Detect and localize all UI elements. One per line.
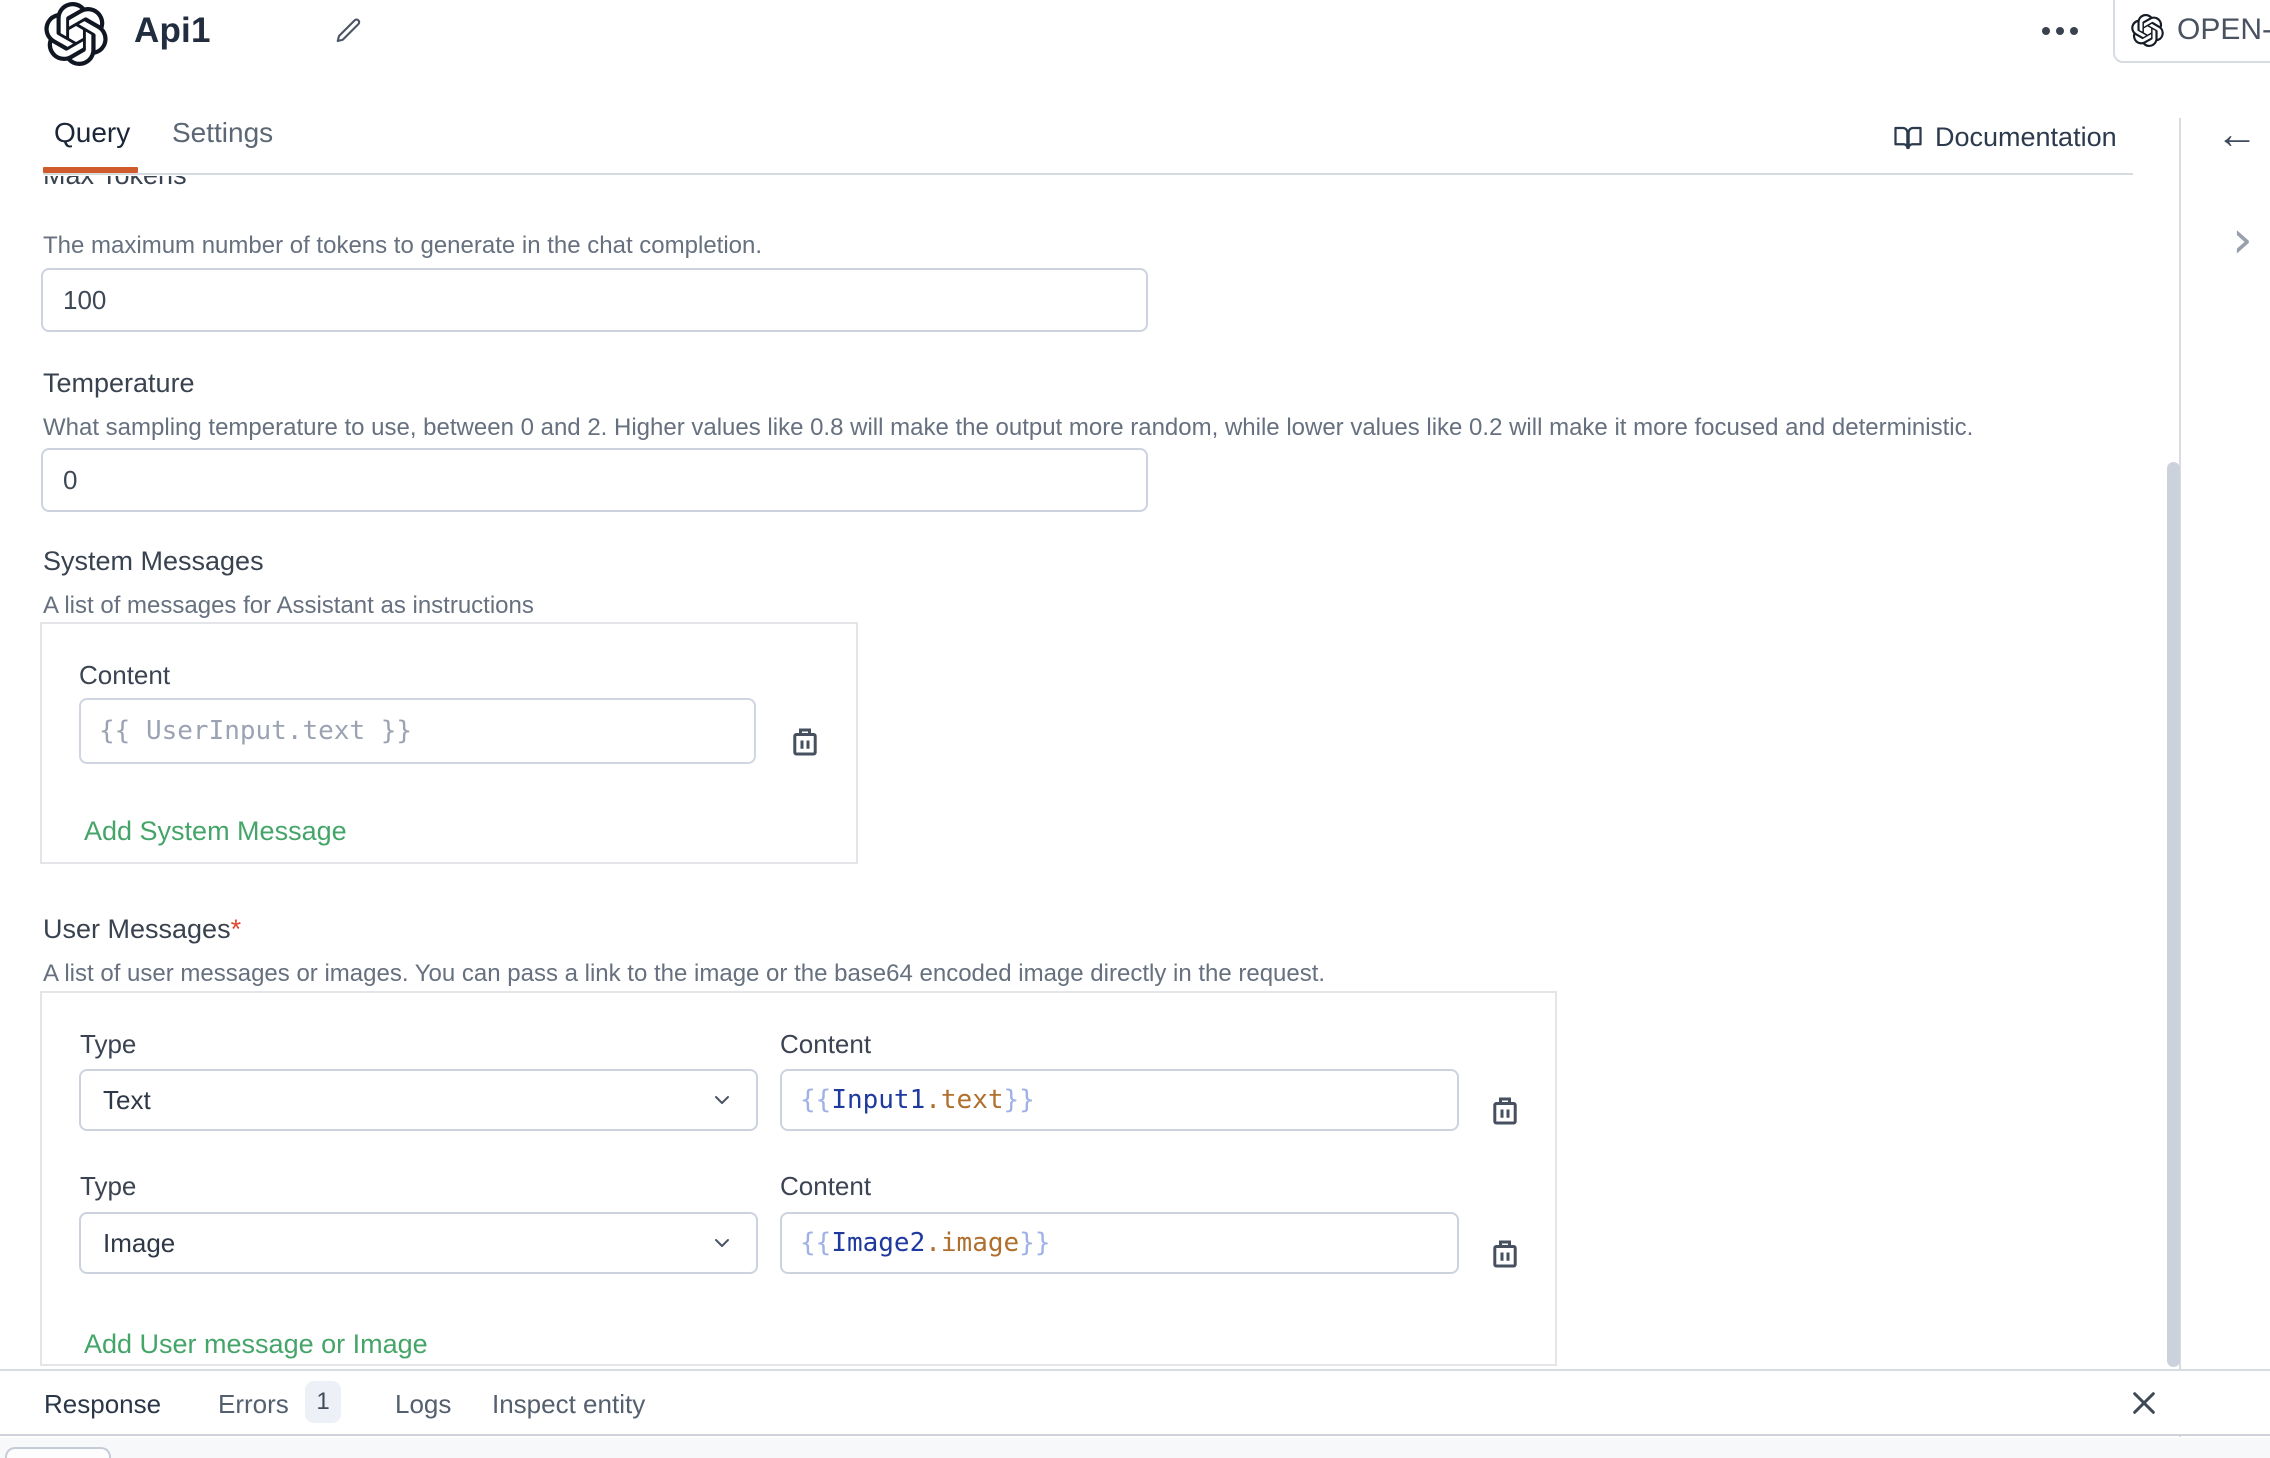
close-response-pane-icon[interactable] xyxy=(2128,1387,2160,1419)
tab-inspect-entity[interactable]: Inspect entity xyxy=(492,1389,645,1420)
delete-system-message-icon[interactable] xyxy=(790,726,820,758)
code-object: Image2 xyxy=(831,1228,925,1258)
tab-logs[interactable]: Logs xyxy=(395,1389,451,1420)
query-form-scroll-area: Max Tokens The maximum number of tokens … xyxy=(0,176,2166,1368)
code-open-brace: {{ xyxy=(800,1085,831,1115)
type-select-value: Text xyxy=(103,1085,710,1116)
chevron-down-icon xyxy=(710,1088,734,1112)
max-tokens-label: Max Tokens xyxy=(43,176,187,191)
datasource-button-label: OPEN-A xyxy=(2177,13,2270,47)
tab-settings[interactable]: Settings xyxy=(172,117,273,149)
response-pane-chip xyxy=(5,1447,111,1458)
type-label: Type xyxy=(80,1029,136,1060)
vertical-scrollbar[interactable] xyxy=(2167,462,2180,1367)
system-messages-group: Content Add System Message xyxy=(40,622,858,864)
response-pane-header: Response Errors 1 Logs Inspect entity xyxy=(0,1369,2270,1436)
content-label: Content xyxy=(780,1171,871,1202)
temperature-label: Temperature xyxy=(43,368,195,399)
add-user-message-button[interactable]: Add User message or Image xyxy=(84,1329,428,1360)
code-dot: . xyxy=(925,1228,941,1258)
max-tokens-input[interactable] xyxy=(41,268,1148,332)
openai-logo-icon xyxy=(44,2,108,66)
user-messages-label: User Messages* xyxy=(43,914,241,945)
add-system-message-button[interactable]: Add System Message xyxy=(84,816,347,847)
openai-logo-icon xyxy=(2131,14,2164,47)
temperature-input[interactable] xyxy=(41,448,1148,512)
temperature-description: What sampling temperature to use, betwee… xyxy=(43,414,1973,442)
system-messages-description: A list of messages for Assistant as inst… xyxy=(43,592,534,620)
content-label: Content xyxy=(780,1029,871,1060)
query-name-title: Api1 xyxy=(134,11,211,51)
edit-name-icon[interactable] xyxy=(334,16,364,46)
documentation-link[interactable]: Documentation xyxy=(1893,122,2117,153)
required-marker: * xyxy=(231,914,242,944)
api-editor-page: Api1 OPEN-A Query Settings Documentation… xyxy=(0,0,2270,1458)
errors-count-badge: 1 xyxy=(305,1381,341,1423)
type-label: Type xyxy=(80,1171,136,1202)
system-content-input[interactable] xyxy=(79,698,756,764)
tab-query[interactable]: Query xyxy=(54,117,130,149)
datasource-button[interactable]: OPEN-A xyxy=(2113,0,2270,63)
type-select-value: Image xyxy=(103,1228,710,1259)
system-messages-label: System Messages xyxy=(43,546,264,577)
content-code-input[interactable]: {{Input1.text}} xyxy=(780,1069,1459,1131)
delete-user-message-icon[interactable] xyxy=(1490,1238,1520,1270)
code-dot: . xyxy=(925,1085,941,1115)
content-code-input[interactable]: {{Image2.image}} xyxy=(780,1212,1459,1274)
tab-response[interactable]: Response xyxy=(44,1389,161,1420)
user-messages-description: A list of user messages or images. You c… xyxy=(43,960,1325,988)
chevron-down-icon xyxy=(710,1231,734,1255)
collapse-panel-chevron-icon[interactable]: › xyxy=(2232,214,2253,266)
code-property: image xyxy=(941,1228,1019,1258)
code-close-brace: }} xyxy=(1019,1228,1050,1258)
documentation-label: Documentation xyxy=(1935,122,2117,153)
code-object: Input1 xyxy=(831,1085,925,1115)
type-select[interactable]: Text xyxy=(79,1069,758,1131)
max-tokens-description: The maximum number of tokens to generate… xyxy=(43,232,762,260)
tab-errors[interactable]: Errors xyxy=(218,1389,289,1420)
more-actions-icon[interactable] xyxy=(2042,27,2078,35)
tabs-divider xyxy=(43,173,2133,175)
back-arrow-icon[interactable]: ← xyxy=(2216,113,2258,155)
user-messages-label-text: User Messages xyxy=(43,914,231,944)
type-select[interactable]: Image xyxy=(79,1212,758,1274)
user-messages-group: Type Text Content {{Input1.text}} Type I… xyxy=(40,991,1557,1366)
response-pane-body xyxy=(0,1438,2270,1458)
code-property: text xyxy=(941,1085,1004,1115)
book-icon xyxy=(1893,123,1923,153)
delete-user-message-icon[interactable] xyxy=(1490,1095,1520,1127)
system-content-label: Content xyxy=(79,660,170,691)
code-open-brace: {{ xyxy=(800,1228,831,1258)
code-close-brace: }} xyxy=(1004,1085,1035,1115)
